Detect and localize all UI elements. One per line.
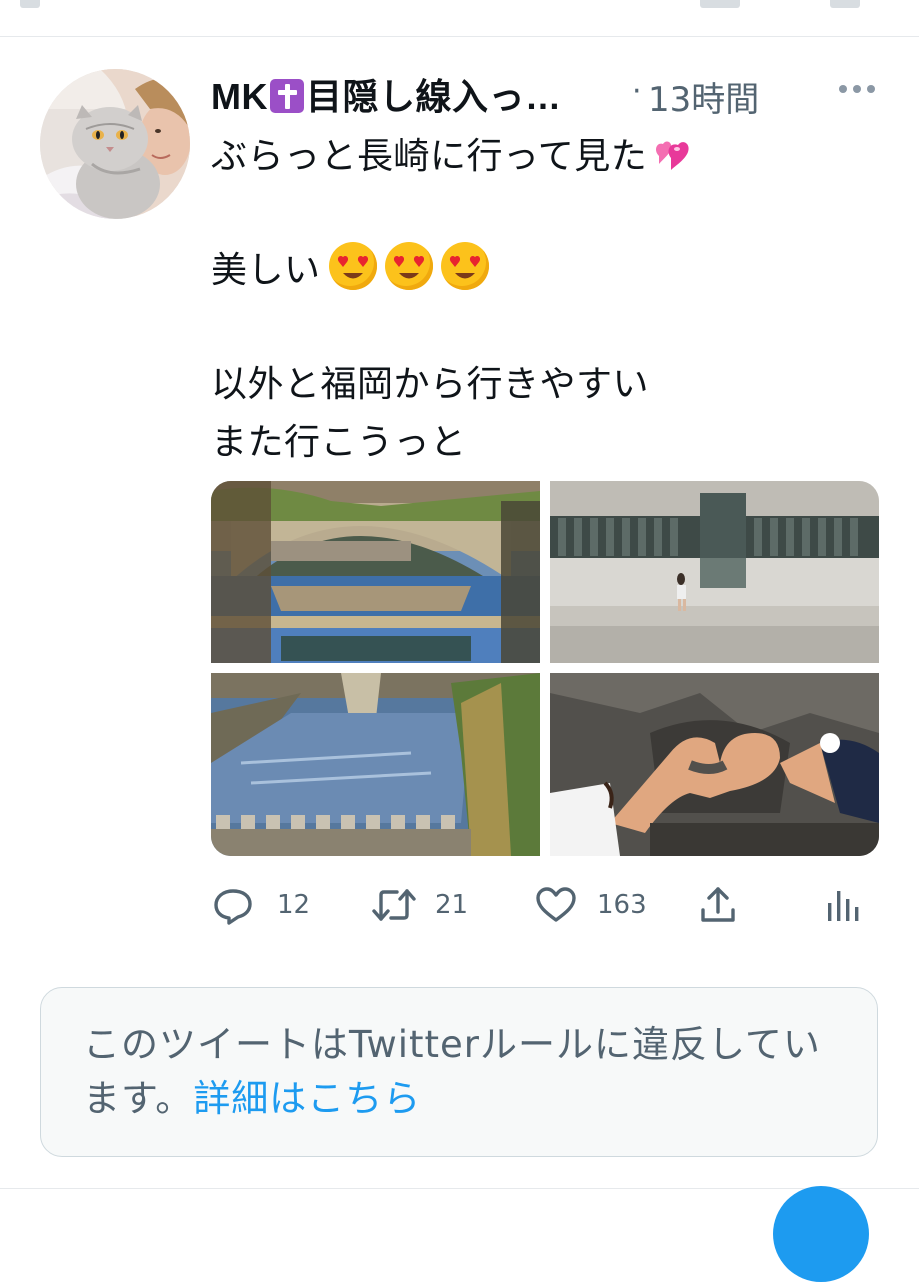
like-count: 163 — [597, 890, 647, 920]
heart-icon — [536, 887, 576, 922]
stone-bridge-photo[interactable] — [211, 481, 540, 663]
top-divider-stub — [20, 0, 40, 8]
tweet-text-line: また行こうっと — [211, 422, 467, 463]
heart-eyes-emoji-icon — [440, 242, 489, 290]
analytics-button[interactable] — [825, 880, 861, 930]
martyrs-monument-photo[interactable] — [550, 481, 879, 663]
share-button[interactable] — [698, 880, 738, 930]
tweet-text: ぶらっと長崎に行って見た 美しい 以外と福岡から行きやすい また行こうっと — [211, 128, 851, 472]
retweet-button[interactable]: 21 — [371, 880, 468, 930]
retweet-count: 21 — [435, 890, 469, 920]
media-grid — [211, 481, 879, 856]
like-button[interactable]: 163 — [535, 880, 647, 930]
reply-button[interactable]: 12 — [213, 880, 310, 930]
reply-count: 12 — [277, 890, 311, 920]
more-options-button[interactable] — [839, 82, 877, 96]
top-divider-stub — [700, 0, 740, 8]
share-icon — [701, 887, 735, 922]
more-dot-icon — [867, 85, 875, 93]
tweet-actions: 12 21 163 — [211, 880, 881, 930]
cross-emoji-icon — [270, 79, 304, 113]
heart-eyes-emoji-icon — [328, 242, 377, 290]
retweet-icon — [372, 889, 416, 921]
river-photo[interactable] — [211, 673, 540, 856]
author-name[interactable]: MK 目隠し線入っ… — [211, 68, 562, 120]
tweet-text-line: 以外と福岡から行きやすい — [211, 364, 650, 405]
bottom-divider — [0, 1188, 919, 1189]
two-hearts-emoji-icon — [656, 141, 689, 170]
rule-violation-notice: このツイートはTwitterルールに違反しています。詳細はこちら — [40, 987, 878, 1157]
heart-hands-photo[interactable] — [550, 673, 879, 856]
tweet-text-line: 美しい — [211, 242, 851, 300]
tweet-text-line: ぶらっと長崎に行って見た — [211, 128, 851, 186]
more-dot-icon — [853, 85, 861, 93]
author-name-text: MK — [211, 76, 268, 117]
more-dot-icon — [839, 85, 847, 93]
top-divider — [0, 36, 919, 37]
compose-tweet-button[interactable] — [773, 1186, 869, 1282]
top-divider-stub — [830, 0, 860, 8]
heart-eyes-emoji-icon — [384, 242, 433, 290]
tweet-header: MK 目隠し線入っ… · 13時間 — [211, 66, 891, 120]
author-name-suffix: 目隠し線入っ… — [306, 76, 562, 117]
timestamp[interactable]: 13時間 — [648, 72, 759, 121]
avatar-image — [40, 69, 190, 219]
reply-icon — [214, 889, 252, 925]
analytics-icon — [828, 891, 859, 921]
avatar[interactable] — [40, 69, 190, 219]
header-separator: · — [632, 74, 642, 109]
notice-text: このツイートはTwitterルールに違反しています。詳細はこちら — [83, 1018, 843, 1126]
learn-more-link[interactable]: 詳細はこちら — [193, 1077, 421, 1120]
